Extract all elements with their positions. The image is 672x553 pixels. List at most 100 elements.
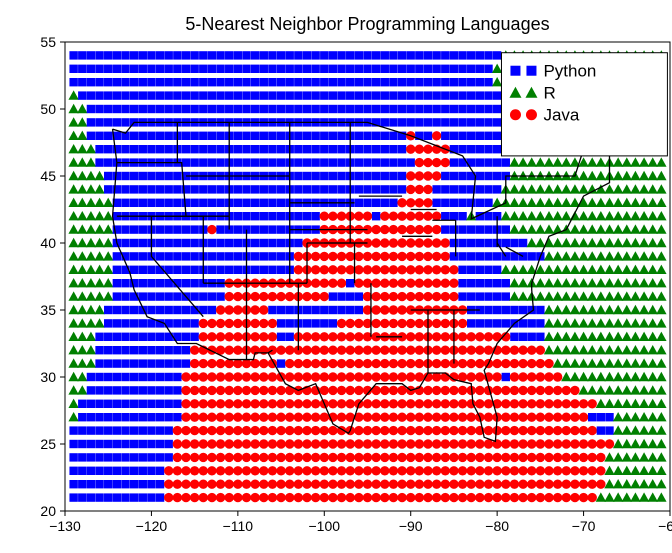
- python-marker: [268, 51, 276, 59]
- python-marker: [277, 185, 285, 193]
- python-marker: [398, 158, 406, 166]
- java-marker: [415, 185, 424, 194]
- python-marker: [484, 172, 492, 180]
- java-marker: [441, 158, 450, 167]
- java-marker: [190, 426, 199, 435]
- python-marker: [467, 266, 475, 274]
- java-marker: [544, 359, 553, 368]
- java-marker: [354, 212, 363, 221]
- java-marker: [389, 238, 398, 247]
- java-marker: [371, 238, 380, 247]
- java-marker: [467, 413, 476, 422]
- java-marker: [579, 493, 588, 502]
- python-marker: [450, 212, 458, 220]
- python-marker: [424, 105, 432, 113]
- java-marker: [562, 453, 571, 462]
- python-marker: [467, 118, 475, 126]
- java-marker: [320, 439, 329, 448]
- python-marker: [216, 132, 224, 140]
- java-marker: [294, 265, 303, 274]
- python-marker: [104, 78, 112, 86]
- java-marker: [397, 238, 406, 247]
- python-marker: [450, 118, 458, 126]
- java-marker: [311, 372, 320, 381]
- python-marker: [484, 118, 492, 126]
- python-marker: [415, 51, 423, 59]
- python-marker: [173, 373, 181, 381]
- java-marker: [458, 359, 467, 368]
- java-marker: [449, 399, 458, 408]
- java-marker: [380, 265, 389, 274]
- python-marker: [165, 91, 173, 99]
- python-marker: [303, 132, 311, 140]
- python-marker: [260, 225, 268, 233]
- java-marker: [579, 453, 588, 462]
- java-marker: [268, 413, 277, 422]
- java-marker: [311, 265, 320, 274]
- python-marker: [104, 51, 112, 59]
- python-marker: [329, 185, 337, 193]
- python-marker: [424, 91, 432, 99]
- java-marker: [527, 493, 536, 502]
- python-marker: [173, 239, 181, 247]
- python-marker: [156, 346, 164, 354]
- python-marker: [441, 91, 449, 99]
- python-marker: [381, 145, 389, 153]
- python-marker: [268, 306, 276, 314]
- python-marker: [139, 292, 147, 300]
- java-marker: [276, 346, 285, 355]
- java-marker: [406, 439, 415, 448]
- java-marker: [216, 426, 225, 435]
- legend-marker: [510, 66, 520, 76]
- python-marker: [605, 426, 613, 434]
- java-marker: [190, 346, 199, 355]
- python-marker: [337, 145, 345, 153]
- java-marker: [518, 480, 527, 489]
- java-marker: [475, 386, 484, 395]
- python-marker: [294, 172, 302, 180]
- python-marker: [156, 185, 164, 193]
- java-marker: [276, 466, 285, 475]
- python-marker: [311, 319, 319, 327]
- python-marker: [260, 158, 268, 166]
- java-marker: [346, 480, 355, 489]
- python-marker: [407, 105, 415, 113]
- java-marker: [242, 493, 251, 502]
- python-marker: [303, 212, 311, 220]
- java-marker: [492, 480, 501, 489]
- java-marker: [527, 386, 536, 395]
- java-marker: [371, 252, 380, 261]
- python-marker: [190, 132, 198, 140]
- java-marker: [233, 332, 242, 341]
- java-marker: [173, 466, 182, 475]
- python-marker: [476, 172, 484, 180]
- java-marker: [294, 372, 303, 381]
- python-marker: [372, 65, 380, 73]
- python-marker: [182, 279, 190, 287]
- java-marker: [173, 439, 182, 448]
- java-marker: [380, 346, 389, 355]
- python-marker: [320, 172, 328, 180]
- java-marker: [216, 439, 225, 448]
- python-marker: [182, 346, 190, 354]
- java-marker: [423, 386, 432, 395]
- python-marker: [484, 292, 492, 300]
- python-marker: [294, 91, 302, 99]
- python-marker: [389, 145, 397, 153]
- java-marker: [302, 292, 311, 301]
- python-marker: [173, 386, 181, 394]
- python-marker: [363, 78, 371, 86]
- python-marker: [450, 91, 458, 99]
- python-marker: [450, 132, 458, 140]
- java-marker: [432, 158, 441, 167]
- java-marker: [423, 292, 432, 301]
- python-marker: [476, 78, 484, 86]
- python-marker: [147, 480, 155, 488]
- python-marker: [104, 306, 112, 314]
- java-marker: [475, 346, 484, 355]
- python-marker: [337, 78, 345, 86]
- python-marker: [87, 453, 95, 461]
- java-marker: [225, 466, 234, 475]
- python-marker: [355, 199, 363, 207]
- java-marker: [415, 480, 424, 489]
